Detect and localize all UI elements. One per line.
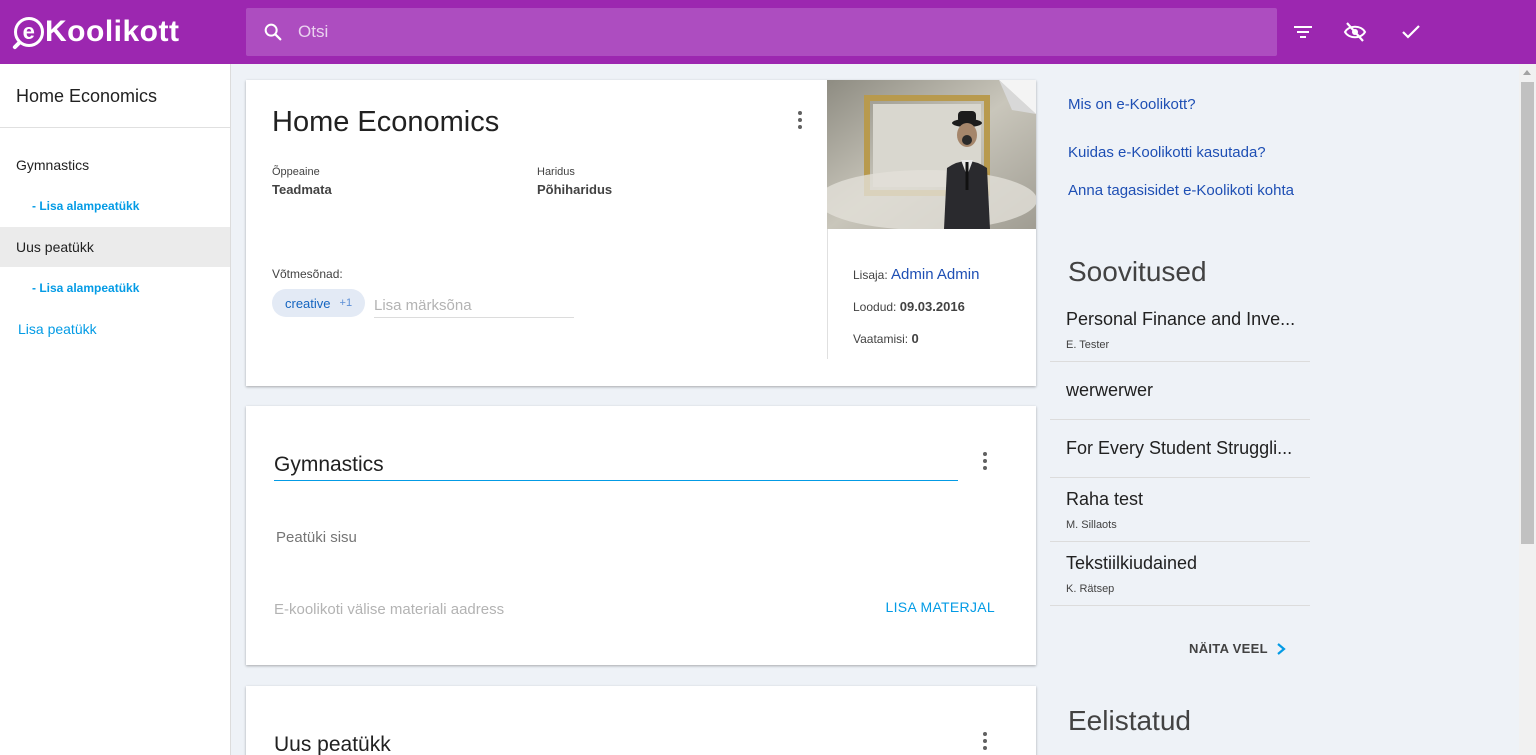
created-row: Loodud: 09.03.2016 [853, 299, 965, 314]
recommendation-author: M. Sillaots [1066, 518, 1117, 531]
filter-icon[interactable] [1291, 20, 1315, 44]
education-label: Haridus [537, 166, 575, 178]
recommendations-heading: Soovitused [1068, 256, 1207, 287]
chapter-card: Gymnastics Peatüki sisu E-koolikoti väli… [246, 406, 1036, 665]
recommendation-title: For Every Student Struggli... [1066, 438, 1293, 458]
subject-label: Õppeaine [272, 166, 320, 178]
chapter-sidebar: Home Economics Gymnastics - Lisa alampea… [0, 64, 231, 755]
howto-link[interactable]: Kuidas e-Koolikotti kasutada? [1068, 143, 1266, 163]
search-icon [264, 23, 282, 41]
chapter-title-input[interactable]: Uus peatükk [274, 733, 958, 755]
search-bar[interactable] [246, 8, 1277, 56]
recommendations-list: Personal Finance and Inve... E. Tester w… [1050, 298, 1310, 606]
keyword-chip-count: +1 [339, 297, 353, 309]
keyword-input[interactable] [374, 294, 574, 318]
added-by-row: Lisaja: Admin Admin [853, 266, 979, 283]
about-link[interactable]: Mis on e-Koolikott? [1068, 95, 1196, 115]
recommendation-item[interactable]: Tekstiilkiudained K. Rätsep [1050, 542, 1310, 606]
material-thumbnail[interactable] [827, 80, 1036, 229]
more-vert-icon[interactable] [797, 111, 803, 131]
external-material-url-input[interactable]: E-koolikoti välise materiali aadress [274, 601, 504, 618]
added-by-label: Lisaja: [853, 268, 888, 282]
recommendation-title: Personal Finance and Inve... [1066, 308, 1296, 329]
recommendation-item[interactable]: Raha test M. Sillaots [1050, 478, 1310, 542]
material-info-column: Lisaja: Admin Admin Loodud: 09.03.2016 V… [827, 229, 1036, 359]
more-vert-icon[interactable] [982, 452, 988, 472]
more-vert-icon[interactable] [982, 732, 988, 752]
keyword-chip-label: creative [285, 295, 331, 311]
page-scrollbar[interactable] [1519, 64, 1536, 755]
check-icon[interactable] [1399, 20, 1423, 44]
material-title: Home Economics [272, 106, 500, 138]
app-logo[interactable]: e Koolikott [14, 12, 179, 52]
visibility-off-icon[interactable] [1343, 20, 1367, 44]
sidebar-chapter-uus-peatukk[interactable]: Uus peatükk [0, 227, 230, 267]
chevron-right-icon [1277, 642, 1286, 655]
education-value: Põhiharidus [537, 182, 613, 197]
add-material-button[interactable]: LISA MATERJAL [886, 599, 995, 615]
recommendation-title: werwerwer [1066, 380, 1154, 400]
chapter-body-placeholder[interactable]: Peatüki sisu [276, 529, 357, 546]
recommendation-author: E. Tester [1066, 338, 1110, 351]
chapter-title-input[interactable]: Gymnastics [274, 453, 958, 481]
views-row: Vaatamisi: 0 [853, 331, 919, 346]
keywords-label: Võtmesõnad: [272, 267, 343, 281]
show-more-label: NÄITA VEEL [1189, 641, 1268, 656]
keyword-chip[interactable]: creative +1 [272, 289, 366, 317]
scrollbar-thumb[interactable] [1521, 82, 1534, 544]
add-subchapter-link[interactable]: - Lisa alampeatükk [0, 267, 230, 309]
views-value: 0 [911, 331, 919, 346]
chapter-card: Uus peatükk [246, 686, 1036, 755]
featured-heading: Eelistatud [1068, 705, 1191, 736]
recommendation-item[interactable]: Personal Finance and Inve... E. Tester [1050, 298, 1310, 362]
add-subchapter-link[interactable]: - Lisa alampeatükk [0, 185, 230, 227]
sidebar-title[interactable]: Home Economics [0, 64, 230, 128]
created-value: 09.03.2016 [899, 299, 965, 314]
material-thumbnail-image [827, 80, 1036, 229]
show-more-button[interactable]: NÄITA VEEL [1189, 641, 1286, 656]
logo-e-icon: e [14, 17, 44, 47]
subject-value: Teadmata [272, 182, 332, 197]
recommendation-title: Tekstiilkiudained [1066, 552, 1198, 573]
search-input[interactable] [298, 22, 1198, 42]
recommendation-item[interactable]: For Every Student Struggli... [1050, 420, 1310, 478]
added-by-link[interactable]: Admin Admin [891, 266, 979, 283]
created-label: Loodud: [853, 300, 897, 314]
recommendation-author: K. Rätsep [1066, 582, 1115, 595]
top-app-bar: e Koolikott [0, 0, 1536, 64]
feedback-link[interactable]: Anna tagasisidet e-Koolikoti kohta [1068, 181, 1308, 201]
scroll-up-arrow-icon[interactable] [1523, 70, 1531, 75]
sidebar-chapter-gymnastics[interactable]: Gymnastics [0, 145, 230, 185]
recommendation-item[interactable]: werwerwer [1050, 362, 1310, 420]
recommendation-title: Raha test [1066, 488, 1144, 509]
logo-text: Koolikott [45, 15, 180, 48]
add-chapter-link[interactable]: Lisa peatükk [0, 309, 230, 349]
views-label: Vaatamisi: [853, 332, 909, 346]
material-header-card: Home Economics Õppeaine Teadmata Haridus… [246, 80, 1036, 386]
